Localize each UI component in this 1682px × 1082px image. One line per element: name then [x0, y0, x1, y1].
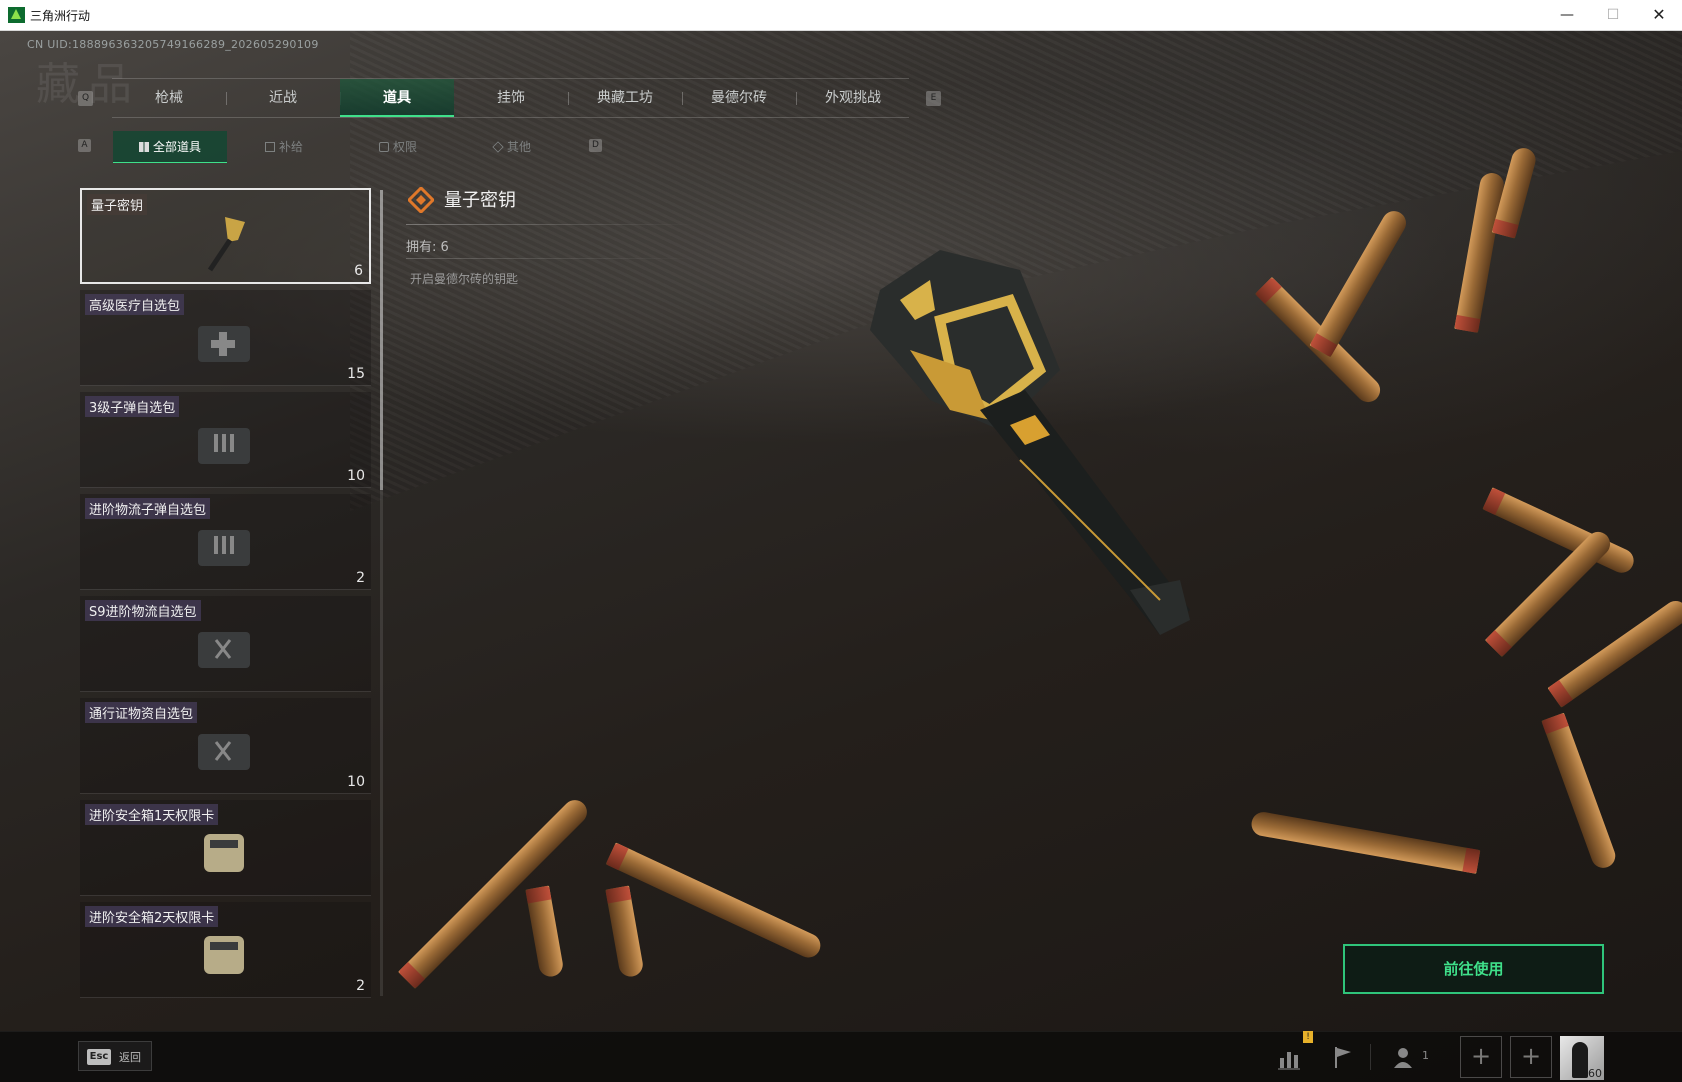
list-item[interactable]: 通行证物资自选包 10	[80, 698, 371, 794]
tab-melee[interactable]: 近战	[226, 79, 340, 117]
item-name: 量子密钥	[87, 194, 148, 215]
tab-next-key[interactable]: E	[926, 91, 941, 106]
title-bar: 三角洲行动 — ☐ ✕	[0, 0, 1682, 31]
team-count: 1	[1422, 1049, 1429, 1062]
list-item[interactable]: 高级医疗自选包 15	[80, 290, 371, 386]
close-button[interactable]: ✕	[1636, 0, 1682, 31]
tab-charms[interactable]: 挂饰	[454, 79, 568, 117]
minimize-button[interactable]: —	[1544, 0, 1590, 31]
subtab-all-items[interactable]: 全部道具	[113, 131, 227, 163]
list-item[interactable]: S9进阶物流自选包	[80, 596, 371, 692]
subtab-next-key[interactable]: D	[589, 139, 602, 152]
item-name: 高级医疗自选包	[85, 294, 185, 315]
player-level: 60	[1588, 1067, 1602, 1080]
tab-guns[interactable]: 枪械	[112, 79, 226, 117]
divider	[1370, 1044, 1371, 1070]
maximize-button[interactable]: ☐	[1590, 0, 1636, 31]
item-name: S9进阶物流自选包	[85, 600, 201, 621]
subtab-other[interactable]: 其他	[455, 131, 569, 163]
team-icon[interactable]	[1392, 1044, 1418, 1070]
access-card-icon	[204, 834, 244, 872]
item-quantity: 2	[356, 978, 365, 994]
item-description: 开启曼德尔砖的钥匙	[410, 272, 519, 286]
item-quantity: 10	[347, 774, 365, 790]
list-item[interactable]: 量子密钥 6	[80, 188, 371, 284]
back-label: 返回	[119, 1051, 141, 1064]
subtab-supply[interactable]: 补给	[227, 131, 341, 163]
key-icon	[207, 217, 245, 272]
scrollbar-thumb[interactable]	[380, 190, 383, 490]
diamond-icon	[492, 141, 504, 153]
tab-items[interactable]: 道具	[340, 79, 454, 117]
quantum-key-render	[870, 250, 1190, 635]
subtab-prev-key[interactable]: A	[78, 139, 91, 152]
medkit-crate-icon	[198, 326, 250, 362]
top-tab-bar: 枪械 近战 道具 挂饰 典藏工坊 曼德尔砖 外观挑战	[112, 78, 909, 118]
item-quantity: 2	[356, 570, 365, 586]
tab-appearance-challenge[interactable]: 外观挑战	[796, 79, 910, 117]
divider	[406, 224, 696, 225]
subtab-label: 其他	[506, 140, 531, 154]
flag-icon[interactable]	[1330, 1044, 1356, 1070]
stats-icon[interactable]	[1276, 1044, 1302, 1070]
avatar[interactable]: 60	[1560, 1036, 1604, 1080]
item-name: 3级子弹自选包	[85, 396, 180, 417]
esc-key: Esc	[87, 1049, 111, 1065]
supply-crate-icon	[198, 734, 250, 770]
tab-prev-key[interactable]: Q	[78, 91, 93, 106]
access-card-icon	[204, 936, 244, 974]
subtab-permission[interactable]: 权限	[341, 131, 455, 163]
supply-icon	[264, 142, 275, 152]
item-quantity: 15	[347, 366, 365, 382]
invite-slot-button[interactable]: +	[1460, 1036, 1502, 1078]
invite-slot-button[interactable]: +	[1510, 1036, 1552, 1078]
subtab-label: 全部道具	[152, 140, 201, 154]
supply-crate-icon	[198, 632, 250, 668]
owned-count: 拥有: 6	[406, 240, 449, 255]
notification-badge: !	[1303, 1031, 1313, 1043]
subtab-label: 补给	[278, 140, 303, 154]
list-item[interactable]: 进阶物流子弹自选包 2	[80, 494, 371, 590]
tab-mandel-brick[interactable]: 曼德尔砖	[682, 79, 796, 117]
tab-workshop[interactable]: 典藏工坊	[568, 79, 682, 117]
list-item[interactable]: 3级子弹自选包 10	[80, 392, 371, 488]
detail-title: 量子密钥	[444, 190, 516, 211]
subtab-label: 权限	[392, 140, 417, 154]
game-window: 三角洲行动 — ☐ ✕ CN UID:188896363205749166289…	[0, 0, 1682, 1082]
item-quantity: 6	[354, 263, 363, 279]
bottom-bar	[0, 1031, 1682, 1082]
lock-icon	[378, 142, 389, 152]
grid-icon	[138, 142, 149, 152]
go-use-button[interactable]: 前往使用	[1343, 944, 1604, 994]
list-item[interactable]: 进阶安全箱1天权限卡	[80, 800, 371, 896]
window-title: 三角洲行动	[30, 9, 91, 23]
ammo-crate-icon	[198, 530, 250, 566]
back-button[interactable]: Esc 返回	[78, 1041, 152, 1071]
app-logo-icon	[8, 7, 25, 23]
item-quantity: 10	[347, 468, 365, 484]
ammo-crate-icon	[198, 428, 250, 464]
list-item[interactable]: 进阶安全箱2天权限卡 2	[80, 902, 371, 998]
divider	[406, 258, 696, 259]
quantum-key-diamond-icon	[408, 187, 434, 213]
item-name: 通行证物资自选包	[85, 702, 198, 723]
